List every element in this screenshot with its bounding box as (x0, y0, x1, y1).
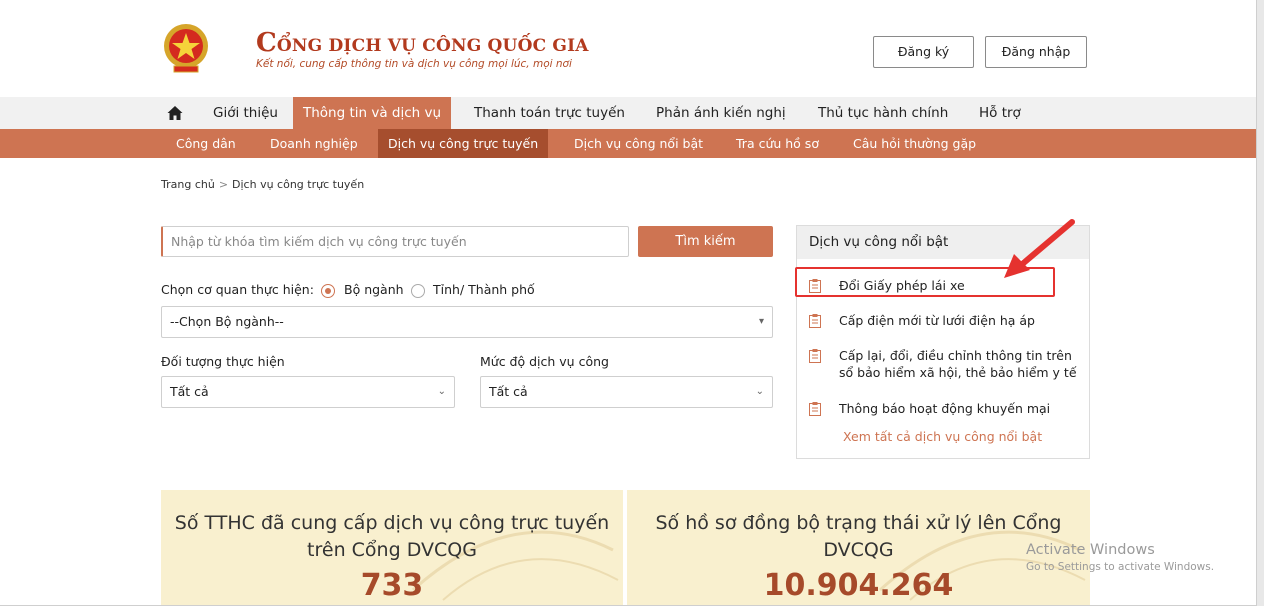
nav-item-thanh-toan[interactable]: Thanh toán trực tuyến (464, 97, 635, 129)
site-tagline: Kết nối, cung cấp thông tin và dịch vụ c… (256, 58, 572, 70)
subnav-item-cau-hoi[interactable]: Câu hỏi thường gặp (843, 129, 986, 158)
search-button[interactable]: Tìm kiếm (638, 226, 773, 257)
nav-item-thong-tin-dich-vu[interactable]: Thông tin và dịch vụ (293, 97, 452, 129)
search-input[interactable]: Nhập từ khóa tìm kiếm dịch vụ công trực … (161, 226, 629, 257)
stat-card-tthc: Số TTHC đã cung cấp dịch vụ công trực tu… (161, 490, 623, 605)
subnav-item-dich-vu-cong-noi-bat[interactable]: Dịch vụ công nổi bật (564, 129, 713, 158)
subject-select[interactable]: Tất cả ⌄ (161, 376, 455, 408)
national-emblem-icon[interactable] (161, 22, 211, 74)
browser-page: CỔNG DỊCH VỤ CÔNG QUỐC GIA Kết nối, cung… (0, 0, 1257, 606)
agency-label: Chọn cơ quan thực hiện: (161, 282, 314, 297)
ministry-select-value: --Chọn Bộ ngành-- (170, 314, 284, 329)
level-select-value: Tất cả (489, 384, 528, 399)
stat-value: 10.904.264 (763, 568, 954, 603)
nav-item-ho-tro[interactable]: Hỗ trợ (969, 97, 1031, 129)
subnav-item-doanh-nghiep[interactable]: Doanh nghiệp (260, 129, 368, 158)
featured-item-label: Thông báo hoạt động khuyến mại (839, 401, 1051, 416)
ministry-select[interactable]: --Chọn Bộ ngành-- ▾ (161, 306, 773, 338)
sub-nav: Công dân Doanh nghiệp Dịch vụ công trực … (0, 129, 1256, 158)
activate-windows-watermark: Activate Windows Go to Settings to activ… (1026, 542, 1214, 573)
chevron-down-icon: ⌄ (437, 386, 446, 397)
subject-select-value: Tất cả (170, 384, 209, 399)
chevron-down-icon: ⌄ (755, 386, 764, 397)
subject-label: Đối tượng thực hiện (161, 354, 285, 369)
breadcrumb: Trang chủ > Dịch vụ công trực tuyến (161, 178, 364, 191)
featured-item-label: Cấp điện mới từ lưới điện hạ áp (839, 313, 1035, 328)
site-title[interactable]: CỔNG DỊCH VỤ CÔNG QUỐC GIA (256, 28, 589, 58)
stat-value: 733 (360, 568, 424, 603)
radio-bo-nganh[interactable] (321, 284, 335, 298)
view-all-featured-link[interactable]: Xem tất cả dịch vụ công nổi bật (843, 429, 1042, 444)
radio-tinh-thanh-pho[interactable] (411, 284, 425, 298)
site-title-initial: C (256, 28, 277, 58)
document-icon (809, 314, 821, 328)
nav-item-thu-tuc[interactable]: Thủ tục hành chính (808, 97, 958, 129)
document-icon (809, 402, 821, 416)
stat-card-ho-so: Số hồ sơ đồng bộ trạng thái xử lý lên Cổ… (627, 490, 1090, 605)
featured-item-label: Cấp lại, đổi, điều chỉnh thông tin trên … (839, 348, 1077, 380)
document-icon (809, 349, 821, 363)
login-button[interactable]: Đăng nhập (985, 36, 1087, 68)
subnav-item-cong-dan[interactable]: Công dân (166, 129, 246, 158)
subnav-item-dich-vu-cong-truc-tuyen[interactable]: Dịch vụ công trực tuyến (378, 129, 549, 158)
breadcrumb-home[interactable]: Trang chủ (161, 178, 215, 191)
main-nav: Giới thiệu Thông tin và dịch vụ Thanh to… (0, 97, 1256, 129)
nav-item-gioi-thieu[interactable]: Giới thiệu (203, 97, 288, 129)
red-arrow-icon (1004, 219, 1075, 278)
watermark-line2: Go to Settings to activate Windows. (1026, 561, 1215, 573)
home-icon[interactable] (166, 104, 184, 122)
breadcrumb-separator: > (218, 178, 229, 191)
chevron-down-icon: ▾ (758, 316, 764, 327)
radio-bo-nganh-label[interactable]: Bộ ngành (344, 282, 404, 297)
watermark-line1: Activate Windows (1026, 542, 1155, 558)
stat-title: Số hồ sơ đồng bộ trạng thái xử lý lên Cổ… (655, 512, 1062, 561)
level-select[interactable]: Tất cả ⌄ (480, 376, 773, 408)
radio-tinh-thanh-pho-label[interactable]: Tỉnh/ Thành phố (433, 282, 535, 297)
breadcrumb-current: Dịch vụ công trực tuyến (232, 178, 365, 191)
subnav-item-tra-cuu-ho-so[interactable]: Tra cứu hồ sơ (726, 129, 829, 158)
level-label: Mức độ dịch vụ công (480, 354, 609, 369)
nav-item-phan-anh[interactable]: Phản ánh kiến nghị (646, 97, 796, 129)
site-title-text: ỔNG DỊCH VỤ CÔNG QUỐC GIA (276, 36, 589, 56)
register-button[interactable]: Đăng ký (873, 36, 974, 68)
stat-title: Số TTHC đã cung cấp dịch vụ công trực tu… (174, 512, 610, 561)
site-header: CỔNG DỊCH VỤ CÔNG QUỐC GIA Kết nối, cung… (0, 0, 1256, 96)
